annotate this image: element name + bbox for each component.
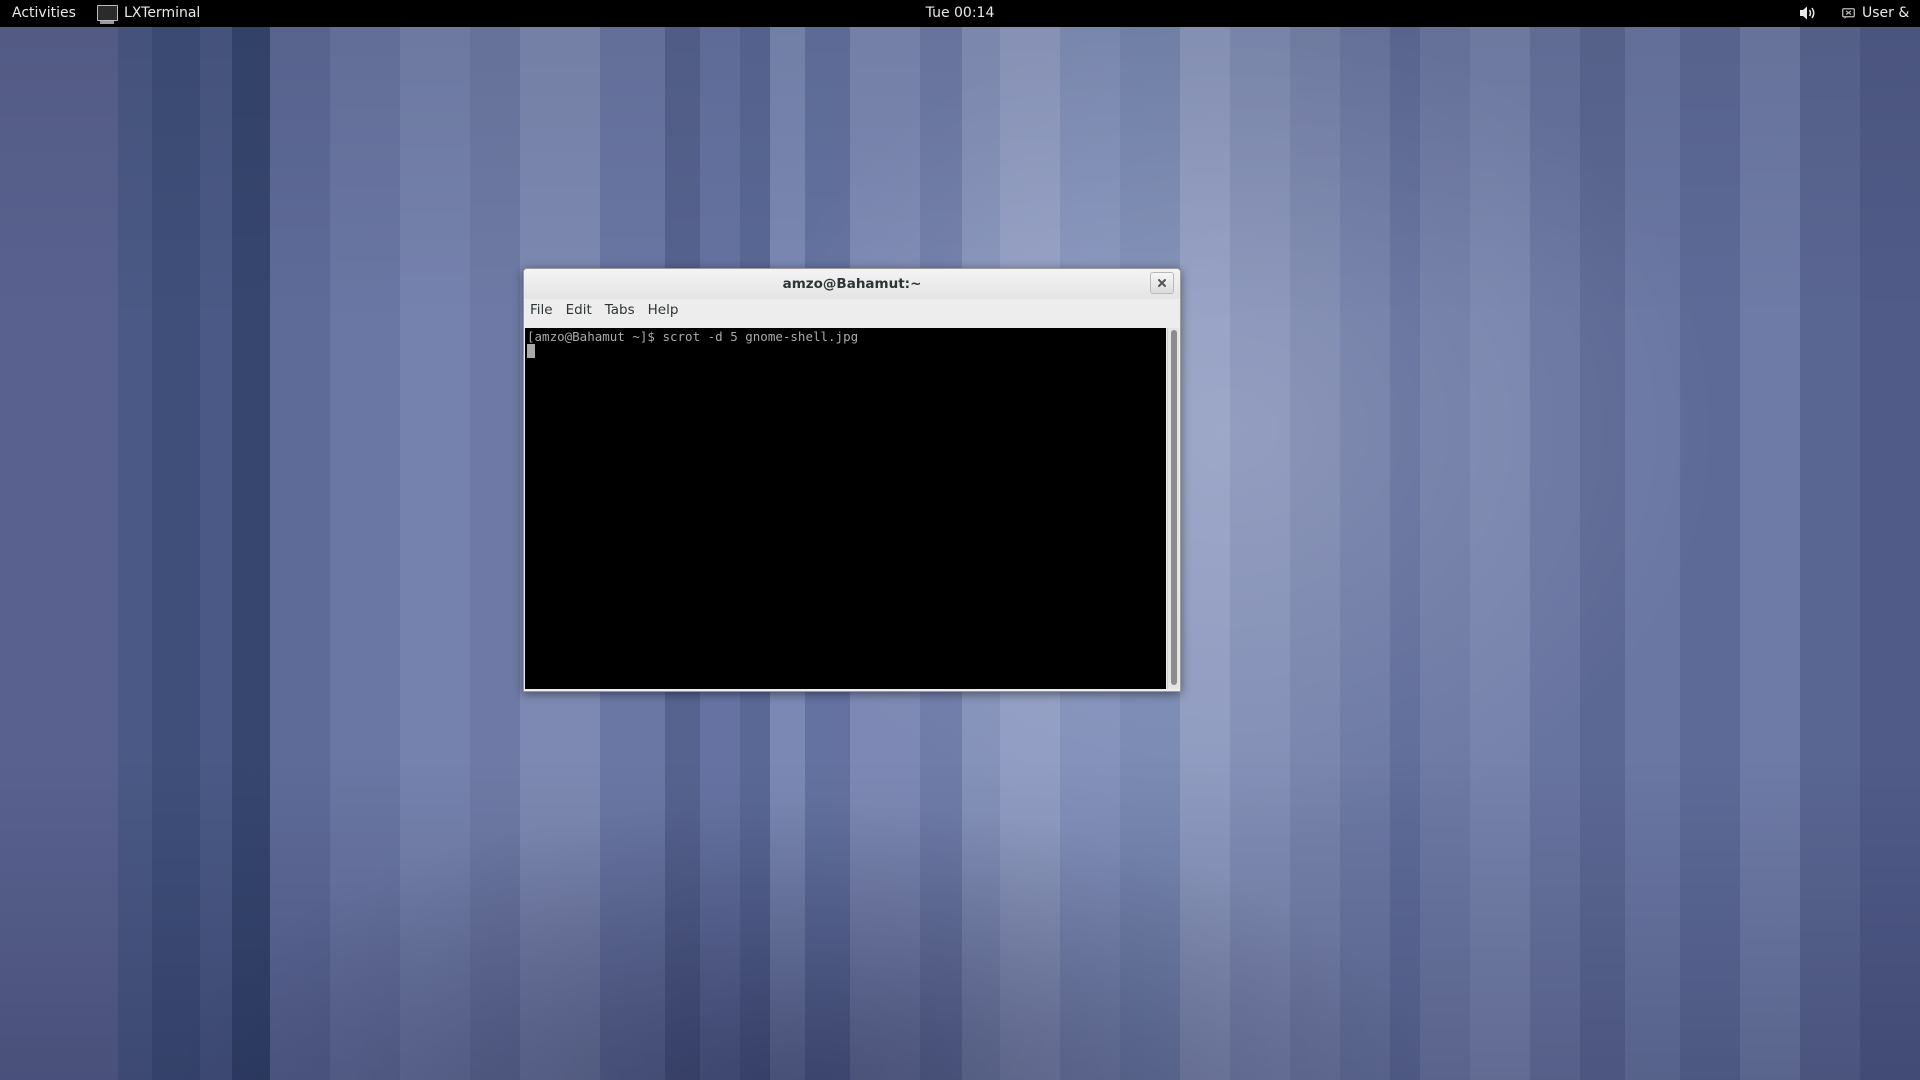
app-menu-label: LXTerminal [124, 5, 201, 21]
terminal-window: amzo@Bahamut:~ File Edit Tabs Help [amzo… [523, 268, 1181, 692]
terminal-scrollbar[interactable] [1167, 328, 1179, 689]
clock-button[interactable]: Tue 00:14 [926, 5, 995, 21]
activities-button[interactable]: Activities [12, 4, 76, 23]
clock-container: Tue 00:14 [0, 4, 1920, 23]
menu-tabs[interactable]: Tabs [599, 300, 641, 320]
app-menu[interactable]: LXTerminal [96, 2, 200, 25]
scrollbar-thumb[interactable] [1171, 330, 1177, 685]
user-status-icon [1842, 8, 1855, 19]
terminal-icon [96, 4, 118, 24]
volume-icon[interactable] [1799, 5, 1817, 21]
menu-help[interactable]: Help [642, 300, 685, 320]
top-bar: Activities LXTerminal Tue 00:14 User & [0, 0, 1920, 27]
menu-edit[interactable]: Edit [560, 300, 598, 320]
menu-file[interactable]: File [524, 300, 559, 320]
terminal-output[interactable]: [amzo@Bahamut ~]$ scrot -d 5 gnome-shell… [525, 328, 1166, 689]
close-button[interactable] [1150, 272, 1174, 294]
close-icon [1158, 279, 1166, 287]
user-menu[interactable]: User & [1842, 4, 1909, 23]
menubar: File Edit Tabs Help [524, 299, 1180, 321]
terminal-cursor [527, 344, 535, 358]
window-title: amzo@Bahamut:~ [782, 276, 922, 292]
terminal-line: [amzo@Bahamut ~]$ scrot -d 5 gnome-shell… [527, 329, 859, 344]
user-menu-label: User & [1862, 5, 1910, 21]
window-titlebar[interactable]: amzo@Bahamut:~ [524, 269, 1180, 299]
